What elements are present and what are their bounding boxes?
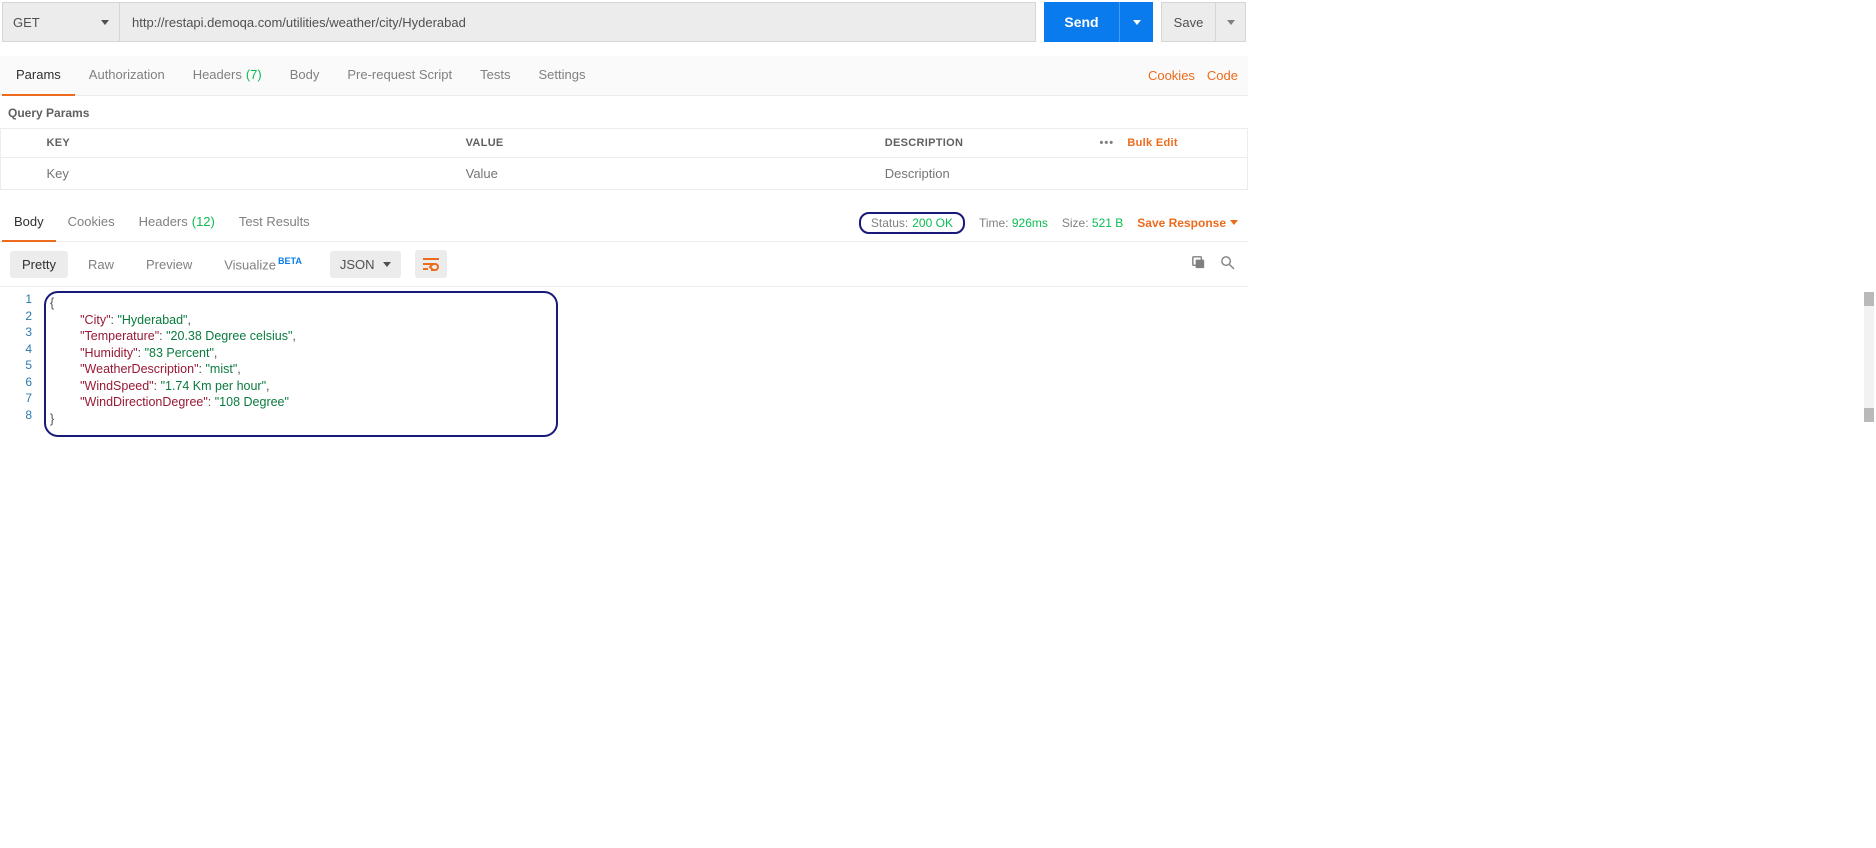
tab-headers-count: (7) — [246, 67, 262, 82]
view-tab-visualize-label: Visualize — [224, 257, 276, 272]
view-tab-preview[interactable]: Preview — [134, 251, 204, 278]
tab-headers[interactable]: Headers (7) — [179, 56, 276, 96]
vertical-scrollbar[interactable] — [1864, 292, 1874, 422]
scrollbar-thumb[interactable] — [1864, 292, 1874, 306]
status-label: Status: — [871, 216, 908, 230]
tab-prerequest[interactable]: Pre-request Script — [333, 56, 466, 96]
view-tabs: Pretty Raw Preview VisualizeBETA JSON — [0, 242, 1248, 287]
wrap-icon — [422, 257, 440, 271]
response-body-area: 12345678 { "City": "Hyderabad", "Tempera… — [0, 287, 1248, 445]
tab-headers-label: Headers — [193, 67, 242, 82]
size-meta: Size: 521 B — [1062, 216, 1123, 230]
tab-body[interactable]: Body — [276, 56, 334, 96]
description-input[interactable] — [885, 166, 1235, 181]
beta-badge: BETA — [278, 256, 302, 266]
code-link[interactable]: Code — [1207, 68, 1238, 83]
tab-tests[interactable]: Tests — [466, 56, 524, 96]
time-label: Time: — [979, 216, 1009, 230]
send-button[interactable]: Send — [1044, 2, 1119, 42]
chevron-down-icon — [383, 262, 391, 267]
query-params-table: KEY VALUE DESCRIPTION ••• Bulk Edit — [0, 128, 1248, 190]
col-value: VALUE — [454, 129, 873, 158]
query-params-title: Query Params — [0, 96, 1248, 128]
tab-settings[interactable]: Settings — [524, 56, 599, 96]
chevron-down-icon — [1133, 20, 1141, 25]
save-response-label: Save Response — [1137, 216, 1226, 230]
request-bar: GET Send Save — [0, 0, 1248, 44]
status-value: 200 OK — [912, 216, 953, 230]
http-method-label: GET — [13, 15, 40, 30]
chevron-down-icon — [1230, 220, 1238, 225]
copy-icon[interactable] — [1190, 254, 1207, 274]
format-label: JSON — [340, 257, 375, 272]
save-dropdown-button[interactable] — [1216, 2, 1246, 42]
time-meta: Time: 926ms — [979, 216, 1048, 230]
col-key: KEY — [35, 129, 454, 158]
request-tabs: Params Authorization Headers (7) Body Pr… — [0, 56, 1248, 96]
search-icon-svg — [1219, 254, 1236, 271]
response-tabs: Body Cookies Headers (12) Test Results S… — [0, 204, 1248, 242]
view-tab-pretty[interactable]: Pretty — [10, 251, 68, 278]
more-actions-icon[interactable]: ••• — [1100, 137, 1115, 149]
response-meta: Status: 200 OK Time: 926ms Size: 521 B S… — [859, 212, 1238, 234]
resp-tab-body[interactable]: Body — [2, 204, 56, 242]
save-response-button[interactable]: Save Response — [1137, 216, 1238, 230]
resp-tab-headers[interactable]: Headers (12) — [127, 204, 227, 242]
copy-icon-svg — [1190, 254, 1207, 271]
save-button[interactable]: Save — [1161, 2, 1216, 42]
resp-tab-testresults[interactable]: Test Results — [227, 204, 322, 242]
wrap-lines-button[interactable] — [415, 250, 447, 278]
resp-tab-headers-label: Headers — [139, 214, 188, 229]
resp-tab-cookies[interactable]: Cookies — [56, 204, 127, 242]
send-dropdown-button[interactable] — [1119, 2, 1153, 42]
table-row — [1, 158, 1248, 190]
tab-authorization[interactable]: Authorization — [75, 56, 179, 96]
size-label: Size: — [1062, 216, 1089, 230]
view-tab-visualize[interactable]: VisualizeBETA — [212, 250, 314, 278]
cookies-link[interactable]: Cookies — [1148, 68, 1195, 83]
url-input[interactable] — [120, 2, 1036, 42]
search-icon[interactable] — [1219, 254, 1236, 274]
status-badge: Status: 200 OK — [859, 212, 965, 234]
time-value: 926ms — [1012, 216, 1048, 230]
size-value: 521 B — [1092, 216, 1123, 230]
key-input[interactable] — [47, 166, 442, 181]
line-gutter: 12345678 — [4, 291, 44, 437]
tab-params[interactable]: Params — [2, 56, 75, 96]
view-tab-raw[interactable]: Raw — [76, 251, 126, 278]
http-method-select[interactable]: GET — [2, 2, 120, 42]
request-links: Cookies Code — [1148, 68, 1238, 83]
format-select[interactable]: JSON — [330, 251, 401, 278]
chevron-down-icon — [101, 20, 109, 25]
resp-tab-headers-count: (12) — [192, 214, 215, 229]
bulk-edit-link[interactable]: Bulk Edit — [1127, 137, 1177, 149]
chevron-down-icon — [1227, 20, 1235, 25]
value-input[interactable] — [466, 166, 861, 181]
response-json[interactable]: { "City": "Hyderabad", "Temperature": "2… — [44, 291, 558, 437]
scrollbar-thumb[interactable] — [1864, 408, 1874, 422]
view-right-tools — [1190, 254, 1236, 274]
col-description: DESCRIPTION — [873, 129, 1088, 158]
